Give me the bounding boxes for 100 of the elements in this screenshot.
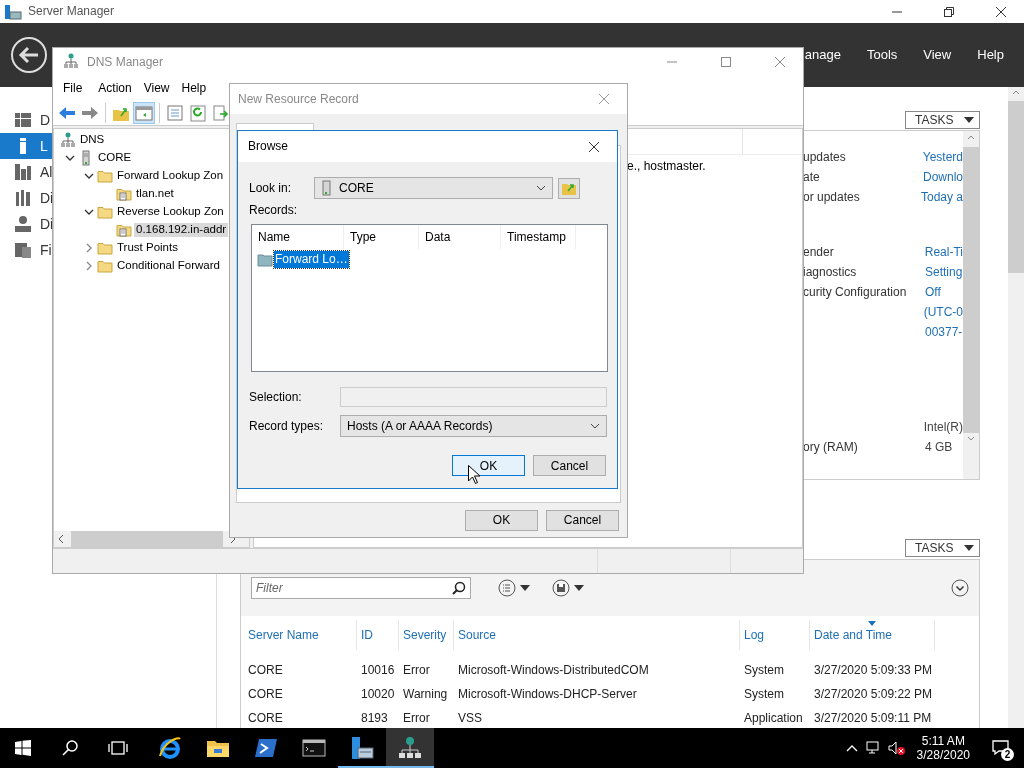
chevron-up-icon <box>845 744 858 752</box>
caret-icon <box>520 585 530 591</box>
chevron-down-icon <box>536 185 546 191</box>
nav-item[interactable]: Di <box>0 185 52 211</box>
property-link[interactable]: Today a <box>920 189 963 205</box>
tree-item[interactable]: Trust Points <box>115 241 180 255</box>
property-link[interactable]: Setting <box>925 264 963 280</box>
table-cell-text: CORE <box>247 661 284 679</box>
tree-item[interactable]: Forward Lookup Zon <box>115 169 226 183</box>
tree-item[interactable]: tlan.net <box>134 187 176 201</box>
table-cell-text: Microsoft-Windows-DHCP-Server <box>457 685 638 703</box>
save-button[interactable] <box>552 579 584 597</box>
scroll-left-icon <box>57 534 65 544</box>
toolbar-button[interactable] <box>133 101 155 124</box>
tree-item[interactable]: Reverse Lookup Zon <box>115 205 226 219</box>
expand-icon <box>951 579 969 597</box>
tree-item[interactable]: CORE <box>96 151 134 165</box>
tree-item[interactable]: 0.168.192.in-addr <box>134 223 229 237</box>
look-in-dropdown[interactable]: CORE <box>314 177 553 199</box>
record-name[interactable]: Forward Lo… <box>274 251 349 268</box>
search-icon <box>62 740 78 756</box>
menu-item[interactable]: Tools <box>853 47 911 63</box>
up-folder-button[interactable] <box>558 177 580 199</box>
tasks-button[interactable]: TASKS <box>905 111 980 129</box>
column-header[interactable]: Server Name <box>244 620 357 650</box>
column-header[interactable]: Date and Time <box>810 620 935 650</box>
chevron-down-icon <box>590 423 600 430</box>
list-button[interactable] <box>498 579 530 597</box>
collapse-chevron-icon[interactable] <box>65 153 75 163</box>
tree-item[interactable]: Conditional Forward <box>115 259 222 273</box>
column-header[interactable]: Data <box>419 225 501 250</box>
scroll-thumb[interactable] <box>71 531 223 547</box>
caret-icon <box>964 545 974 551</box>
nav-item[interactable]: Al <box>0 159 52 185</box>
ok-button[interactable]: OK <box>465 510 538 531</box>
column-header[interactable]: Source <box>454 620 740 650</box>
folder-icon <box>97 204 113 220</box>
folder-icon <box>97 240 113 256</box>
close-icon <box>597 92 611 106</box>
tasks-button[interactable]: TASKS <box>905 539 980 557</box>
property-link[interactable]: Real-Ti <box>924 244 963 260</box>
menu-item[interactable]: Action <box>92 80 138 96</box>
cancel-button[interactable]: Cancel <box>546 510 619 531</box>
notifications-button[interactable]: 2 <box>978 728 1024 768</box>
scroll-thumb[interactable] <box>1008 101 1024 273</box>
nav-item[interactable]: D <box>0 107 52 133</box>
column-header[interactable]: Timestamp <box>501 225 576 250</box>
menu-item[interactable]: File <box>57 80 93 96</box>
tree-item[interactable]: DNS <box>78 133 107 147</box>
scrollbar[interactable] <box>963 131 979 479</box>
ok-button[interactable]: OK <box>452 455 525 477</box>
nav-item[interactable]: L <box>0 133 52 159</box>
records-list[interactable]: Name Type Data Timestamp Forward Lo… <box>251 224 608 373</box>
back-button[interactable] <box>10 36 48 74</box>
table-cell-text: CORE <box>247 685 284 703</box>
taskbar-button[interactable] <box>386 728 434 768</box>
property-label: ender <box>803 244 835 260</box>
scroll-thumb[interactable] <box>963 147 979 433</box>
table-cell-text: VSS <box>457 709 483 727</box>
server-manager-icon <box>4 3 22 20</box>
table-cell-text: Application <box>743 709 804 727</box>
nav-item[interactable]: Fi <box>0 237 52 263</box>
file-share-icon <box>14 241 32 259</box>
collapse-chevron-icon[interactable] <box>84 171 94 181</box>
scrollbar[interactable] <box>54 531 249 547</box>
scrollbar[interactable] <box>1008 87 1024 728</box>
collapse-chevron-icon[interactable] <box>84 207 94 217</box>
property-link[interactable]: Yesterd <box>922 149 963 165</box>
property-link[interactable]: Downlo <box>922 169 963 185</box>
menu-item[interactable]: View <box>910 47 965 63</box>
expand-chevron-icon[interactable] <box>84 261 94 271</box>
record-types-dropdown[interactable]: Hosts (A or AAAA Records) <box>340 415 607 438</box>
column-header[interactable]: ID <box>357 620 399 650</box>
property-label: curity Configuration <box>803 284 908 300</box>
window-title: Server Manager <box>28 4 115 19</box>
column-header[interactable]: Type <box>344 225 419 250</box>
nav-item[interactable]: Di <box>0 211 52 237</box>
column-header[interactable]: Log <box>740 620 810 650</box>
console-icon <box>302 736 326 760</box>
menu-item[interactable]: Help <box>175 80 213 96</box>
property-link[interactable]: Off <box>925 284 941 300</box>
menu-item[interactable]: Help <box>964 47 1024 63</box>
console-tree-icon <box>135 103 153 122</box>
table-cell-text: Error <box>402 709 431 727</box>
property-label: ate <box>803 169 821 185</box>
menu-item[interactable]: View <box>137 80 176 96</box>
field-label: Record types: <box>249 419 325 434</box>
list-icon <box>498 579 516 597</box>
property-link[interactable]: (UTC-0 <box>923 304 963 320</box>
expand-button[interactable] <box>951 579 969 597</box>
close-icon <box>994 4 1008 19</box>
column-header[interactable]: Severity <box>399 620 454 650</box>
menu-item[interactable]: anage <box>804 47 854 63</box>
clock[interactable]: 5:11 AM 3/28/2020 <box>908 728 978 768</box>
column-header[interactable]: Name <box>252 225 344 250</box>
expand-chevron-icon[interactable] <box>84 243 94 253</box>
caret-icon <box>964 117 974 123</box>
filter-field[interactable]: Filter <box>251 577 471 599</box>
cancel-button[interactable]: Cancel <box>533 455 606 477</box>
property-link[interactable]: 00377- <box>925 324 963 340</box>
